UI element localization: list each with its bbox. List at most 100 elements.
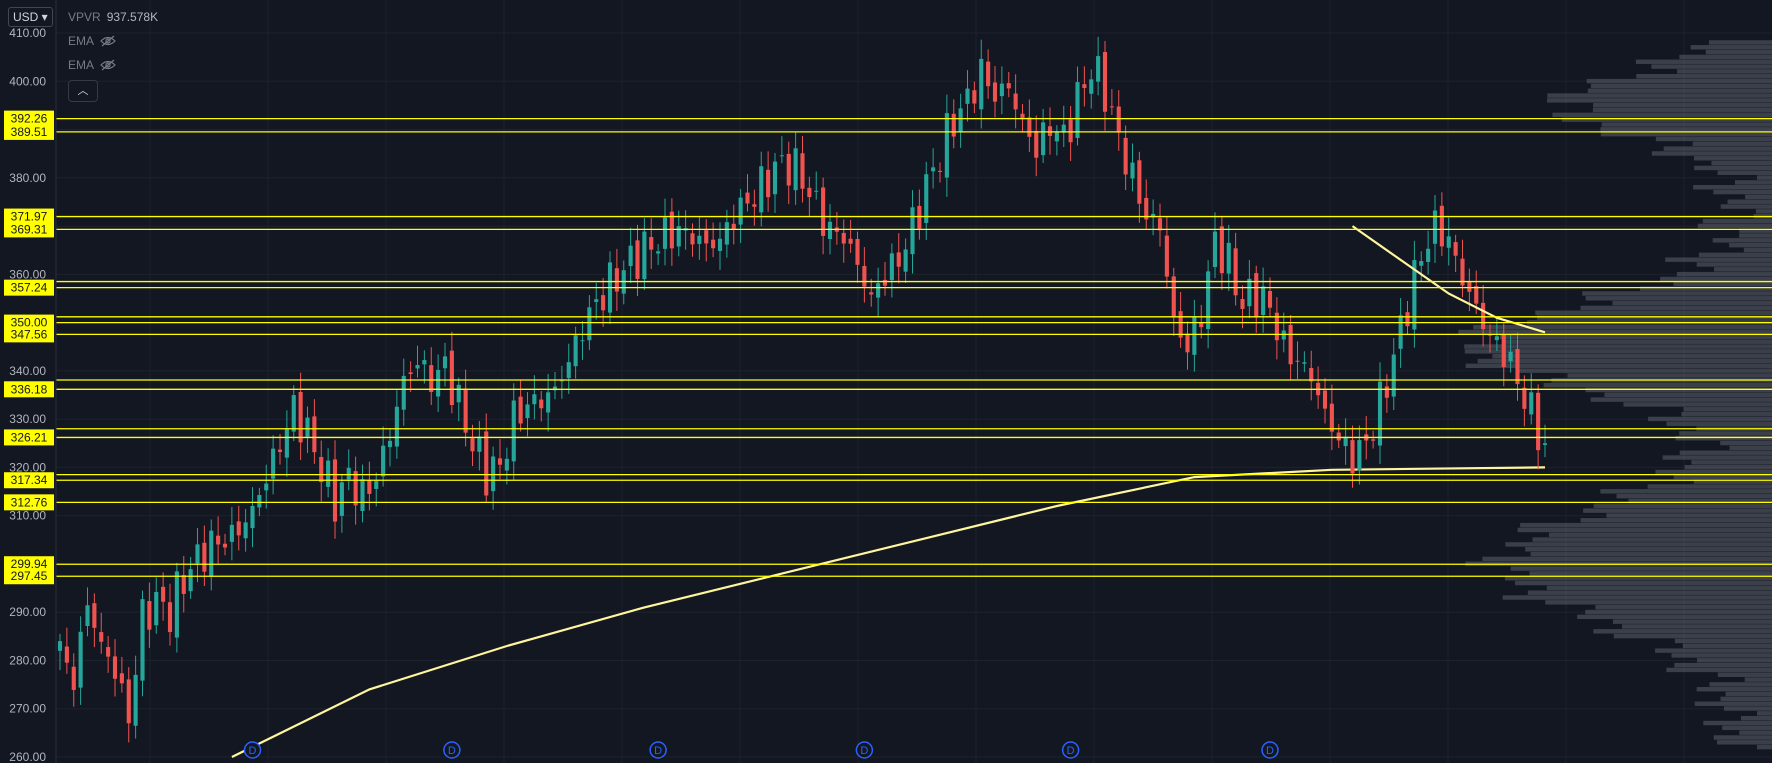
volume-profile-bar <box>1745 194 1772 200</box>
price-level-label: 297.45 <box>11 569 48 583</box>
volume-profile-bar <box>1590 397 1772 402</box>
volume-profile-bar <box>1690 45 1772 50</box>
volume-profile-bar <box>1545 600 1772 605</box>
candle-body <box>1075 82 1080 138</box>
volume-profile-bar <box>1604 392 1772 398</box>
grid <box>56 0 1772 763</box>
price-level-label: 336.18 <box>11 382 48 396</box>
candle-body <box>511 400 516 462</box>
candle-body <box>360 479 365 512</box>
candle-body <box>1529 392 1534 415</box>
volume-profile-bar <box>1757 175 1772 180</box>
candle-body <box>1206 271 1211 330</box>
candle-body <box>106 647 111 657</box>
volume-profile-bar <box>1717 740 1772 745</box>
candle-body <box>57 641 63 651</box>
candle-body <box>1212 231 1218 268</box>
candle-body <box>436 369 441 397</box>
volume-profile-bar <box>1697 658 1772 663</box>
candle-body <box>229 524 234 542</box>
y-tick-label: 330.00 <box>9 412 46 426</box>
candle-body <box>745 192 750 204</box>
candle-body <box>1384 386 1389 398</box>
candle-body <box>814 190 819 192</box>
candle-body <box>910 207 915 255</box>
volume-profile-bar <box>1666 421 1772 426</box>
volume-profile-bar <box>1537 315 1772 320</box>
candle-body <box>772 161 778 195</box>
candle-body <box>1178 311 1183 338</box>
candle-body <box>711 239 716 249</box>
volume-profile-bar <box>1711 160 1772 166</box>
volume-profile-bar <box>1473 325 1772 330</box>
candle-body <box>1006 83 1011 89</box>
volume-profile-bar <box>1722 725 1772 731</box>
candle-body <box>367 480 372 494</box>
candle-body <box>580 340 585 342</box>
volume-profile-bar <box>1705 49 1772 55</box>
volume-profile-bar <box>1693 156 1772 161</box>
volume-profile-bar <box>1518 368 1772 373</box>
volume-profile-bar <box>1671 653 1772 658</box>
legend-ema-1[interactable]: EMA <box>68 34 116 48</box>
candle-body <box>381 445 386 477</box>
currency-button[interactable]: USD ▾ <box>8 7 53 27</box>
dividend-markers: DDDDDD <box>243 741 1279 759</box>
y-tick-label: 410.00 <box>9 26 46 40</box>
candle-body <box>931 167 936 172</box>
candle-body <box>250 505 255 529</box>
candle-body <box>484 431 489 496</box>
candle-body <box>1322 390 1328 409</box>
candle-body <box>539 399 544 409</box>
dividend-marker[interactable]: D <box>1061 741 1080 759</box>
candle-body <box>1439 205 1444 247</box>
volume-profile-bar <box>1720 440 1772 446</box>
candle-body <box>525 404 530 419</box>
volume-profile-bar <box>1713 267 1772 272</box>
candle-body <box>807 187 812 198</box>
candle-body <box>662 217 668 249</box>
candle-body <box>601 295 606 311</box>
price-chart[interactable]: DDDDDD 260.00270.00280.00290.00300.00310… <box>0 0 1772 763</box>
candle-body <box>1288 324 1293 365</box>
dividend-marker-label: D <box>654 745 662 757</box>
eye-hidden-icon[interactable] <box>100 35 116 47</box>
volume-profile-bar <box>1673 474 1772 480</box>
candle-body <box>216 535 221 545</box>
volume-profile-bar <box>1458 329 1772 335</box>
dividend-marker[interactable]: D <box>649 741 667 759</box>
candle-body <box>635 240 640 279</box>
candle-body <box>1123 137 1128 175</box>
candle-body <box>690 233 695 245</box>
candle-body <box>374 481 379 489</box>
volume-profile-bar <box>1666 667 1772 673</box>
volume-profile-bar <box>1739 233 1772 238</box>
collapse-legend-button[interactable]: ︿ <box>68 80 98 102</box>
candle-body <box>697 235 702 244</box>
volume-profile-bar <box>1593 503 1772 509</box>
y-tick-label: 270.00 <box>9 702 46 716</box>
candle-body <box>972 90 977 104</box>
candle-body <box>1240 299 1245 309</box>
legend-ema-2[interactable]: EMA <box>68 58 116 72</box>
dividend-marker[interactable]: D <box>443 741 461 759</box>
volume-profile-bar <box>1691 460 1772 465</box>
volume-profile-bar <box>1651 151 1772 156</box>
y-tick-label: 260.00 <box>9 750 46 763</box>
candle-body <box>642 231 647 280</box>
candle-body <box>546 392 551 413</box>
dividend-marker[interactable]: D <box>243 741 262 759</box>
dividend-marker[interactable]: D <box>1261 741 1279 759</box>
dividend-marker[interactable]: D <box>855 741 874 759</box>
volume-profile-bar <box>1703 720 1772 726</box>
volume-profile-bar <box>1595 604 1772 610</box>
price-level-label: 392.26 <box>11 112 48 126</box>
eye-hidden-icon[interactable] <box>100 59 116 71</box>
candle-body <box>628 245 633 267</box>
candle-body <box>415 365 420 369</box>
indicator-name: VPVR <box>68 10 101 24</box>
legend-vpvr[interactable]: VPVR 937.578K <box>68 10 158 24</box>
candle-body <box>298 391 303 443</box>
candle-body <box>752 204 757 207</box>
volume-profile-bar <box>1585 296 1772 301</box>
